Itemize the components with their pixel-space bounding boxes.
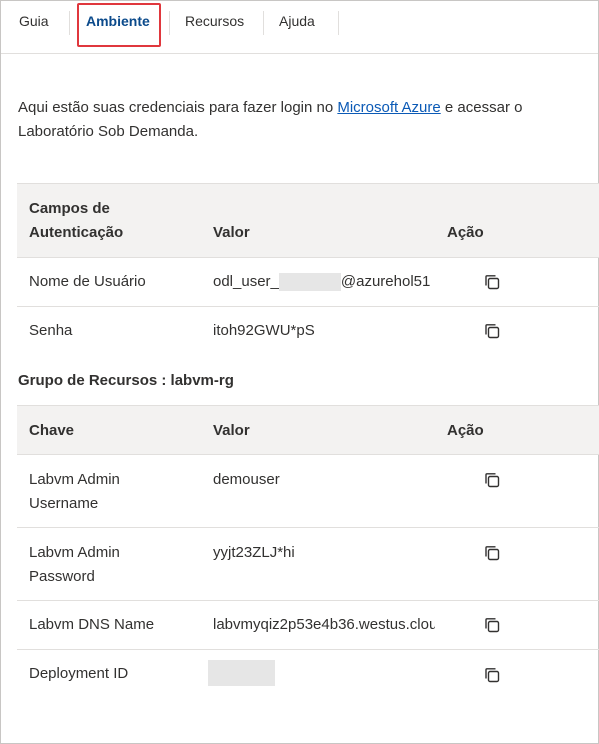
tab-divider: [263, 11, 264, 35]
tab-divider: [169, 11, 170, 35]
deployment-id-value: [208, 660, 430, 686]
table-row: Labvm Admin Username demouser: [17, 455, 599, 528]
microsoft-azure-link[interactable]: Microsoft Azure: [337, 99, 440, 116]
admin-password-value: yyjt23ZLJ*hi: [213, 544, 295, 561]
tab-recursos[interactable]: Recursos: [185, 13, 244, 29]
tab-bar: Guia Ambiente Recursos Ajuda: [1, 1, 598, 54]
table-row: Labvm DNS Name labvmyqiz2p53e4b36.westus…: [17, 601, 599, 650]
table-header: Campos de Autenticação Valor Ação: [17, 183, 599, 258]
username-value: odl_user_ @azurehol51: [213, 273, 431, 292]
header-action: Ação: [447, 224, 484, 241]
tab-divider: [338, 11, 339, 35]
header-auth-fields: Campos de Autenticação: [29, 200, 124, 241]
deployment-id-label: Deployment ID: [29, 665, 129, 682]
admin-username-value: demouser: [213, 471, 280, 488]
copy-icon[interactable]: [483, 544, 501, 562]
table-row: Senha itoh92GWU*pS: [17, 307, 599, 356]
admin-username-label: Labvm Admin Username: [29, 471, 120, 512]
tab-ajuda[interactable]: Ajuda: [279, 13, 315, 29]
username-label: Nome de Usuário: [29, 273, 146, 290]
environment-panel: Guia Ambiente Recursos Ajuda Aqui estão …: [0, 0, 599, 744]
table-row: Nome de Usuário odl_user_ @azurehol51: [17, 258, 599, 307]
copy-icon[interactable]: [483, 616, 501, 634]
header-value: Valor: [213, 422, 250, 439]
active-tab-highlight: [77, 3, 161, 47]
password-value: itoh92GWU*pS: [213, 322, 315, 339]
resource-group-title: Grupo de Recursos : labvm-rg: [18, 372, 234, 389]
dns-name-label: Labvm DNS Name: [29, 616, 155, 633]
redacted-block: [208, 660, 275, 686]
password-label: Senha: [29, 322, 73, 339]
header-value: Valor: [213, 224, 250, 241]
dns-name-value: labvmyqiz2p53e4b36.westus.cloudapp.azure…: [213, 616, 435, 633]
copy-icon[interactable]: [483, 471, 501, 489]
copy-icon[interactable]: [483, 273, 501, 291]
redacted-block: [278, 273, 341, 292]
header-key: Chave: [29, 422, 75, 439]
tab-guia[interactable]: Guia: [19, 13, 49, 29]
table-header: Chave Valor Ação: [17, 405, 599, 455]
table-row: Deployment ID: [17, 650, 599, 699]
admin-password-label: Labvm Admin Password: [29, 544, 120, 585]
table-row: Labvm Admin Password yyjt23ZLJ*hi: [17, 528, 599, 601]
intro-text: Aqui estão suas credenciais para fazer l…: [18, 99, 523, 140]
tab-divider: [69, 11, 70, 35]
header-action: Ação: [447, 422, 484, 439]
copy-icon[interactable]: [483, 322, 501, 340]
copy-icon[interactable]: [483, 666, 501, 684]
